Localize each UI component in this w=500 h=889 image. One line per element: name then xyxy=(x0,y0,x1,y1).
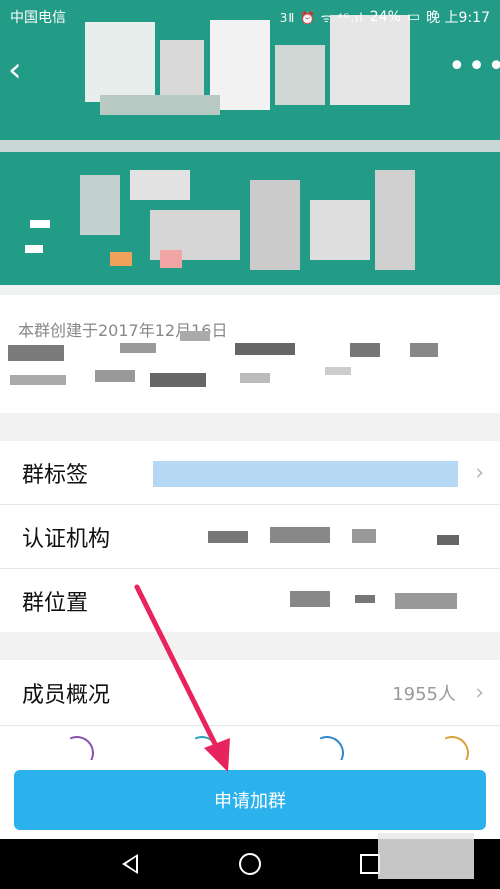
status-bar: 中国电信 3Ⅱ ⏰ ᯤ ⁴ᴳ.ıl 24% ▭ 晚 上9:17 xyxy=(0,0,500,34)
row-members[interactable]: 成员概况 1955人 › xyxy=(0,660,500,726)
clock: 晚 上9:17 xyxy=(426,10,490,26)
status-right: 3Ⅱ ⏰ ᯤ ⁴ᴳ.ıl 24% ▭ 晚 上9:17 xyxy=(280,7,490,27)
tags-value xyxy=(153,461,458,487)
join-group-button[interactable]: 申请加群 xyxy=(14,770,486,830)
nav-home-icon[interactable] xyxy=(230,853,270,875)
row-label-certification: 认证机构 xyxy=(22,526,111,552)
battery-icon: ▭ xyxy=(406,9,421,25)
row-label-tags: 群标签 xyxy=(22,462,89,488)
status-icons: 3Ⅱ ⏰ ᯤ ⁴ᴳ.ıl xyxy=(279,10,364,25)
chevron-right-icon: › xyxy=(475,460,484,485)
row-label-members: 成员概况 xyxy=(22,682,111,708)
section-divider xyxy=(0,632,500,660)
battery-level: 24% xyxy=(369,9,401,25)
carrier-label: 中国电信 xyxy=(10,10,66,26)
group-banner xyxy=(0,0,500,295)
group-description: 本群创建于2017年12月16日 xyxy=(0,295,500,413)
more-dots-icon[interactable]: ••• xyxy=(448,52,500,88)
section-divider xyxy=(0,413,500,441)
chevron-left-icon[interactable]: ‹ xyxy=(8,52,38,88)
member-count: 1955人 xyxy=(392,683,456,705)
chevron-right-icon: › xyxy=(475,680,484,705)
row-certification[interactable]: 认证机构 xyxy=(0,505,500,569)
watermark xyxy=(378,833,474,879)
group-profile-page: 中国电信 3Ⅱ ⏰ ᯤ ⁴ᴳ.ıl 24% ▭ 晚 上9:17 ‹ ••• 本群… xyxy=(0,0,500,889)
row-label-location: 群位置 xyxy=(22,590,89,616)
row-location[interactable]: 群位置 xyxy=(0,569,500,633)
nav-back-icon[interactable] xyxy=(110,854,150,874)
row-group-tags[interactable]: 群标签 › xyxy=(0,441,500,505)
